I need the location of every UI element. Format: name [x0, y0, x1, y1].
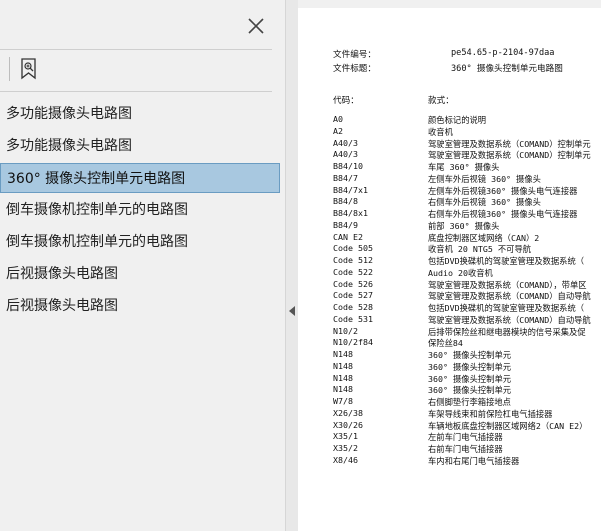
panel-divider — [0, 91, 272, 92]
legend-code: N148 — [333, 372, 353, 383]
legend-code: A40/3 — [333, 137, 358, 148]
legend-code: Code 526 — [333, 278, 373, 289]
legend-code: A0 — [333, 114, 343, 124]
legend-description: 360° 摄像头控制单元 — [428, 361, 512, 372]
legend-description: 车架导线束和前保险杠电气插接器 — [428, 408, 553, 419]
legend-code: N148 — [333, 349, 353, 359]
legend-code: A2 — [333, 125, 343, 136]
legend-code: B84/7x1 — [333, 184, 368, 195]
legend-description: 驾驶室管理及数据系统（COMAND）控制单元 — [428, 150, 591, 161]
legend-code: Code 531 — [333, 313, 373, 324]
legend-description: 右侧车外后视镜360° 摄像头电气连接器 — [428, 209, 578, 219]
bookmarks-panel: 多功能摄像头电路图 多功能摄像头电路图 360° 摄像头控制单元电路图 倒车摄像… — [0, 0, 285, 531]
legend-description: 包括DVD换碟机的驾驶室管理及数据系统（ — [428, 303, 585, 313]
panel-splitter[interactable] — [285, 0, 298, 531]
legend-description: 车内和右尾门电气插接器 — [428, 455, 520, 466]
legend-code: Code 505 — [333, 243, 373, 254]
legend-description: Audio 20收音机 — [428, 267, 493, 278]
legend-description: 驾驶室管理及数据系统（COMAND）自动导航 — [428, 314, 591, 325]
legend-description: 左侧车外后视镜360° 摄像头电气连接器 — [428, 185, 578, 196]
legend-description: 保险丝84 — [428, 338, 463, 349]
legend-code: Code 522 — [333, 266, 373, 277]
legend-description: 360° 摄像头控制单元 — [428, 385, 512, 396]
bookmark-item[interactable]: 多功能摄像头电路图 — [0, 131, 280, 161]
legend-description: 驾驶室管理及数据系统（COMAND）自动导航 — [428, 291, 591, 302]
file-number-value: pe54.65-p-2104-97daa — [451, 48, 555, 58]
close-icon[interactable] — [245, 15, 267, 37]
file-title-value: 360° 摄像头控制单元电路图 — [451, 64, 563, 74]
legend-code: X35/1 — [333, 431, 358, 442]
bookmark-item[interactable]: 后视摄像头电路图 — [0, 259, 280, 289]
legend-description: 车尾 360° 摄像头 — [428, 162, 500, 172]
legend-code: X30/26 — [333, 419, 363, 430]
legend-code: B84/10 — [333, 161, 363, 171]
bookmark-item[interactable]: 后视摄像头电路图 — [0, 291, 280, 321]
legend-description: 360° 摄像头控制单元 — [428, 350, 512, 360]
bookmark-item[interactable]: 倒车摄像机控制单元的电路图 — [0, 227, 280, 257]
legend-description: 左前车门电气插接器 — [428, 432, 503, 443]
legend-code: N148 — [333, 360, 353, 371]
legend-code: B84/9 — [333, 219, 358, 230]
bookmark-item[interactable]: 多功能摄像头电路图 — [0, 99, 280, 129]
legend-description: 收音机 20 NTG5 不可导航 — [428, 244, 532, 255]
legend-description: 颜色标记的说明 — [428, 115, 487, 125]
legend-description: 车辆地板底盘控制器区域网络2（CAN E2） — [428, 420, 588, 431]
legend-code: B84/8x1 — [333, 208, 368, 218]
file-number-label: 文件编号： — [333, 50, 376, 60]
bookmark-toolbar — [6, 55, 44, 83]
legend-code: W7/8 — [333, 396, 353, 406]
legend-description: 后排带保险丝和继电器模块的信号采集及促 — [428, 326, 586, 337]
legend-code: X8/46 — [333, 454, 358, 465]
legend-code: CAN E2 — [333, 231, 363, 242]
legend-code: N10/2 — [333, 325, 358, 336]
legend-description: 右侧脚垫行李箱接地点 — [428, 397, 511, 407]
legend-code: Code 527 — [333, 290, 373, 301]
bookmark-item[interactable]: 倒车摄像机控制单元的电路图 — [0, 195, 280, 225]
legend-description: 右侧车外后视镜 360° 摄像头 — [428, 197, 541, 208]
legend-description: 前部 360° 摄像头 — [428, 220, 500, 231]
legend-description: 收音机 — [428, 126, 453, 137]
legend-description: 包括DVD换碟机的驾驶室管理及数据系统（ — [428, 256, 585, 266]
file-title-label: 文件标题： — [333, 64, 376, 74]
document-page: 文件编号： pe54.65-p-2104-97daa 文件标题： 360° 摄像… — [298, 8, 601, 531]
legend-code: B84/8 — [333, 196, 358, 207]
code-column-header: 代码： — [333, 96, 359, 106]
bookmark-item-selected[interactable]: 360° 摄像头控制单元电路图 — [0, 163, 280, 193]
legend-code: N10/2f84 — [333, 337, 373, 348]
legend-description: 驾驶室管理及数据系统（COMAND），带单区 — [428, 279, 587, 290]
description-column-header: 款式： — [428, 96, 454, 106]
legend-code: Code 528 — [333, 302, 373, 312]
bookmark-search-icon[interactable] — [19, 57, 39, 81]
toolbar-separator — [9, 57, 10, 81]
collapse-arrow-icon[interactable] — [289, 306, 295, 316]
panel-divider — [0, 49, 272, 50]
legend-code: X35/2 — [333, 443, 358, 453]
legend-description: 左侧车外后视镜 360° 摄像头 — [428, 173, 541, 184]
legend-code: X26/38 — [333, 407, 363, 418]
legend-code: N148 — [333, 384, 353, 395]
legend-description: 底盘控制器区域网络（CAN）2 — [428, 232, 540, 243]
legend-description: 右前车门电气插接器 — [428, 444, 503, 454]
legend-code: A40/3 — [333, 149, 358, 160]
legend-code: B84/7 — [333, 172, 358, 183]
legend-description: 360° 摄像头控制单元 — [428, 373, 512, 384]
legend-code: Code 512 — [333, 255, 373, 265]
legend-description: 驾驶室管理及数据系统（COMAND）控制单元 — [428, 138, 591, 149]
